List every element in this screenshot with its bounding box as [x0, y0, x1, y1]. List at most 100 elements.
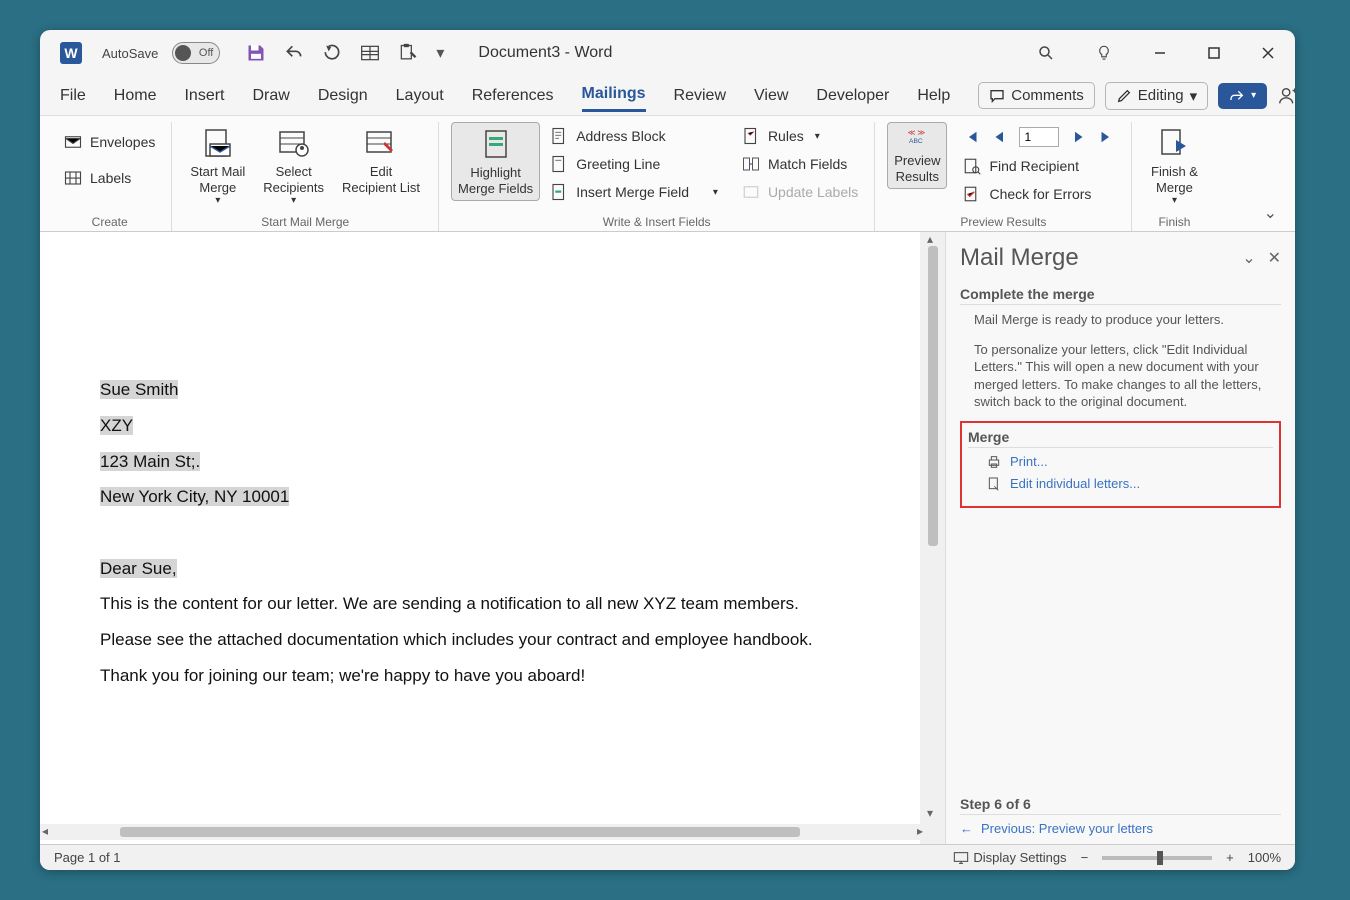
close-button[interactable] — [1261, 46, 1275, 60]
workspace: Sue Smith XZY 123 Main St;. New York Cit… — [40, 232, 1295, 844]
zoom-knob[interactable] — [1157, 851, 1163, 865]
group-create: Envelopes Labels Create — [48, 122, 172, 231]
chevron-down-icon[interactable]: ▾ — [713, 187, 718, 198]
minimize-button[interactable] — [1153, 46, 1167, 60]
pane-subheading: Complete the merge — [960, 286, 1281, 305]
document-page[interactable]: Sue Smith XZY 123 Main St;. New York Cit… — [40, 232, 920, 844]
body-paragraph: Thank you for joining our team; we're ha… — [100, 658, 860, 694]
edit-letters-label: Edit individual letters... — [1010, 476, 1140, 491]
account-icon[interactable] — [1277, 85, 1295, 107]
greeting-line-button[interactable]: Greeting Line — [546, 152, 722, 176]
editing-label: Editing — [1138, 87, 1184, 104]
record-navigation — [959, 124, 1119, 150]
scroll-left-icon[interactable]: ◂ — [42, 824, 48, 838]
tab-review[interactable]: Review — [674, 81, 726, 111]
scroll-thumb[interactable] — [928, 246, 938, 546]
tab-home[interactable]: Home — [114, 81, 157, 111]
zoom-out-button[interactable]: − — [1081, 850, 1089, 865]
zoom-slider[interactable] — [1102, 856, 1212, 860]
tab-layout[interactable]: Layout — [396, 81, 444, 111]
tab-view[interactable]: View — [754, 81, 788, 111]
arrow-left-icon: ← — [960, 821, 973, 836]
preview-results-button[interactable]: ≪ ≫ABC Preview Results — [887, 122, 947, 189]
page-indicator[interactable]: Page 1 of 1 — [54, 850, 121, 865]
next-record-icon[interactable] — [1069, 128, 1087, 146]
match-icon — [742, 155, 760, 173]
labels-button[interactable]: Labels — [60, 166, 159, 190]
update-labels-button: Update Labels — [738, 180, 862, 204]
envelopes-button[interactable]: Envelopes — [60, 130, 159, 154]
autosave-label: AutoSave — [102, 46, 158, 61]
finish-merge-button[interactable]: Finish & Merge▾ — [1144, 122, 1204, 211]
body-paragraph: Please see the attached documentation wh… — [100, 622, 860, 658]
document-icon — [986, 476, 1002, 492]
zoom-in-button[interactable]: + — [1226, 850, 1234, 865]
pane-collapse-icon[interactable]: ⌄ — [1242, 248, 1255, 268]
last-record-icon[interactable] — [1097, 128, 1115, 146]
chevron-down-icon: ▾ — [1190, 87, 1198, 105]
highlight-label: Highlight Merge Fields — [458, 165, 533, 196]
horizontal-scrollbar[interactable]: ◂ ▸ — [40, 824, 925, 840]
check-errors-button[interactable]: Check for Errors — [959, 182, 1119, 206]
select-recipients-button[interactable]: Select Recipients▾ — [257, 122, 330, 211]
lightbulb-icon[interactable] — [1095, 44, 1113, 62]
tab-insert[interactable]: Insert — [184, 81, 224, 111]
collapse-ribbon-icon[interactable]: ⌄ — [1264, 203, 1277, 223]
labels-label: Labels — [90, 170, 131, 186]
editing-mode-button[interactable]: Editing ▾ — [1105, 82, 1208, 110]
paste-icon[interactable] — [398, 43, 418, 63]
tab-file[interactable]: File — [60, 81, 86, 111]
start-merge-icon — [200, 126, 236, 162]
redo-icon[interactable] — [322, 43, 342, 63]
comments-button[interactable]: Comments — [978, 82, 1095, 109]
prev-record-icon[interactable] — [991, 128, 1009, 146]
vertical-scrollbar[interactable]: ▴ ▾ — [925, 232, 941, 820]
group-label: Finish — [1132, 215, 1216, 229]
first-record-icon[interactable] — [963, 128, 981, 146]
update-icon — [742, 183, 760, 201]
tab-developer[interactable]: Developer — [816, 81, 889, 111]
scroll-right-icon[interactable]: ▸ — [917, 824, 923, 838]
tab-mailings[interactable]: Mailings — [582, 79, 646, 112]
autosave-toggle[interactable]: Off — [172, 42, 220, 64]
tab-help[interactable]: Help — [917, 81, 950, 111]
previous-step-link[interactable]: ← Previous: Preview your letters — [960, 821, 1281, 836]
search-icon[interactable] — [1037, 44, 1055, 62]
greeting-label: Greeting Line — [576, 156, 660, 172]
maximize-button[interactable] — [1207, 46, 1221, 60]
group-label: Write & Insert Fields — [439, 215, 874, 229]
tab-references[interactable]: References — [472, 81, 554, 111]
address-block-button[interactable]: Address Block — [546, 124, 722, 148]
display-settings-button[interactable]: Display Settings — [953, 850, 1066, 865]
merge-field-greeting: Dear Sue, — [100, 559, 177, 578]
display-settings-label: Display Settings — [973, 850, 1066, 865]
zoom-level[interactable]: 100% — [1248, 850, 1281, 865]
scroll-thumb[interactable] — [120, 827, 800, 837]
tab-design[interactable]: Design — [318, 81, 368, 111]
start-mail-merge-button[interactable]: Start Mail Merge▾ — [184, 122, 251, 211]
envelopes-label: Envelopes — [90, 134, 155, 150]
scroll-up-icon[interactable]: ▴ — [927, 232, 933, 246]
edit-individual-letters-link[interactable]: Edit individual letters... — [968, 476, 1273, 492]
undo-icon[interactable] — [284, 43, 304, 63]
edit-recipient-list-button[interactable]: Edit Recipient List — [336, 122, 426, 199]
rules-label: Rules — [768, 128, 804, 144]
tab-draw[interactable]: Draw — [252, 81, 289, 111]
save-icon[interactable] — [246, 43, 266, 63]
table-icon[interactable] — [360, 43, 380, 63]
print-link[interactable]: Print... — [968, 454, 1273, 470]
mail-merge-task-pane: Mail Merge ⌄ ✕ Complete the merge Mail M… — [945, 232, 1295, 844]
scroll-down-icon[interactable]: ▾ — [927, 806, 933, 820]
merge-field-city: New York City, NY 10001 — [100, 487, 289, 506]
insert-merge-field-button[interactable]: Insert Merge Field ▾ — [546, 180, 722, 204]
record-number-input[interactable] — [1019, 127, 1059, 147]
match-fields-button[interactable]: Match Fields — [738, 152, 862, 176]
share-button[interactable]: ▾ — [1218, 83, 1267, 109]
rules-icon — [742, 127, 760, 145]
pane-close-icon[interactable]: ✕ — [1268, 248, 1281, 268]
qat-more-icon[interactable]: ▾ — [436, 43, 444, 63]
merge-field-company: XZY — [100, 416, 133, 435]
rules-button[interactable]: Rules▾ — [738, 124, 862, 148]
highlight-merge-fields-button[interactable]: Highlight Merge Fields — [451, 122, 540, 201]
find-recipient-button[interactable]: Find Recipient — [959, 154, 1119, 178]
